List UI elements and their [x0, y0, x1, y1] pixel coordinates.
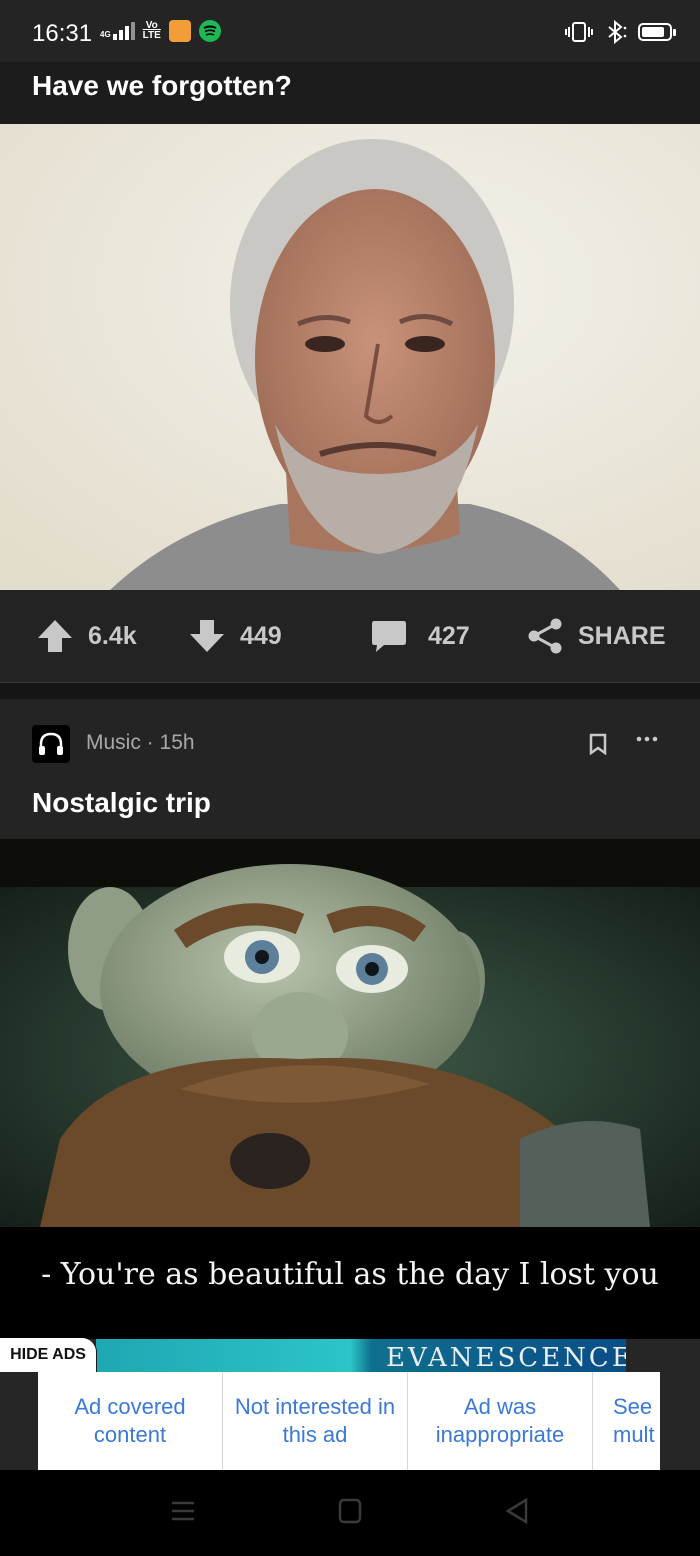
meta-separator: ·	[140, 731, 160, 754]
more-options-icon[interactable]	[636, 727, 658, 750]
notification-app-icon	[168, 20, 191, 42]
upvote-count: 6.4k	[88, 621, 137, 650]
share-button[interactable]: SHARE	[526, 590, 666, 682]
share-icon	[528, 618, 562, 654]
network-label: 4G	[100, 30, 111, 39]
downvote-icon	[190, 620, 224, 652]
ad-banner-text: EVANESCENCE	[386, 1343, 626, 1373]
meme-caption: - You're as beautiful as the day I lost …	[41, 1257, 659, 1292]
comment-count: 427	[428, 621, 470, 650]
post-card: Music · 15h Nostalgic trip	[0, 699, 700, 839]
post-divider	[0, 683, 700, 699]
ad-feedback-options: Ad covered content Not interested in thi…	[38, 1372, 660, 1470]
portrait-photo	[0, 124, 700, 590]
volte-indicator: Vo LTE	[143, 21, 161, 41]
status-left-icons: 4G Vo LTE	[100, 20, 221, 42]
network-indicator: 4G	[100, 22, 135, 40]
spotify-icon	[198, 20, 221, 42]
vibrate-icon	[565, 22, 593, 42]
battery-icon	[638, 23, 676, 41]
upvote-button[interactable]: 6.4k	[36, 590, 137, 682]
menu-icon[interactable]	[170, 1498, 196, 1529]
post-image[interactable]: - You're as beautiful as the day I lost …	[0, 839, 700, 1339]
post-action-bar: 6.4k 449 427 SHARE	[0, 590, 700, 683]
status-right-icons	[564, 20, 676, 44]
comment-icon	[372, 621, 406, 652]
status-time: 16:31	[32, 20, 93, 47]
ad-option-inappropriate[interactable]: Ad was inappropriate	[408, 1372, 593, 1470]
comments-button[interactable]: 427	[370, 590, 470, 682]
share-label: SHARE	[578, 621, 666, 650]
headphones-icon	[39, 732, 63, 755]
home-icon[interactable]	[338, 1498, 362, 1529]
post-meta: Music · 15h	[86, 731, 195, 755]
section-name[interactable]: Music	[86, 731, 141, 754]
bookmark-icon[interactable]	[588, 733, 608, 760]
post-title[interactable]: Nostalgic trip	[32, 787, 211, 819]
ad-banner[interactable]: EVANESCENCE	[96, 1339, 626, 1373]
bluetooth-icon	[608, 20, 627, 44]
post-image[interactable]	[0, 124, 700, 590]
upvote-icon	[38, 620, 72, 652]
post-time: 15h	[159, 731, 195, 754]
post-title[interactable]: Have we forgotten?	[32, 70, 292, 102]
signal-icon	[112, 22, 135, 40]
downvote-button[interactable]: 449	[188, 590, 282, 682]
downvote-count: 449	[240, 621, 282, 650]
lte-label: LTE	[142, 30, 161, 41]
back-icon[interactable]	[504, 1497, 530, 1529]
ad-option-see-multiple[interactable]: See mult	[593, 1372, 660, 1470]
ad-option-covered-content[interactable]: Ad covered content	[38, 1372, 223, 1470]
ad-option-not-interested[interactable]: Not interested in this ad	[223, 1372, 408, 1470]
hide-ads-button[interactable]: HIDE ADS	[0, 1338, 96, 1372]
section-avatar[interactable]	[32, 725, 70, 763]
status-bar: 16:31 4G Vo LTE	[0, 0, 700, 62]
system-nav-bar	[0, 1470, 700, 1556]
